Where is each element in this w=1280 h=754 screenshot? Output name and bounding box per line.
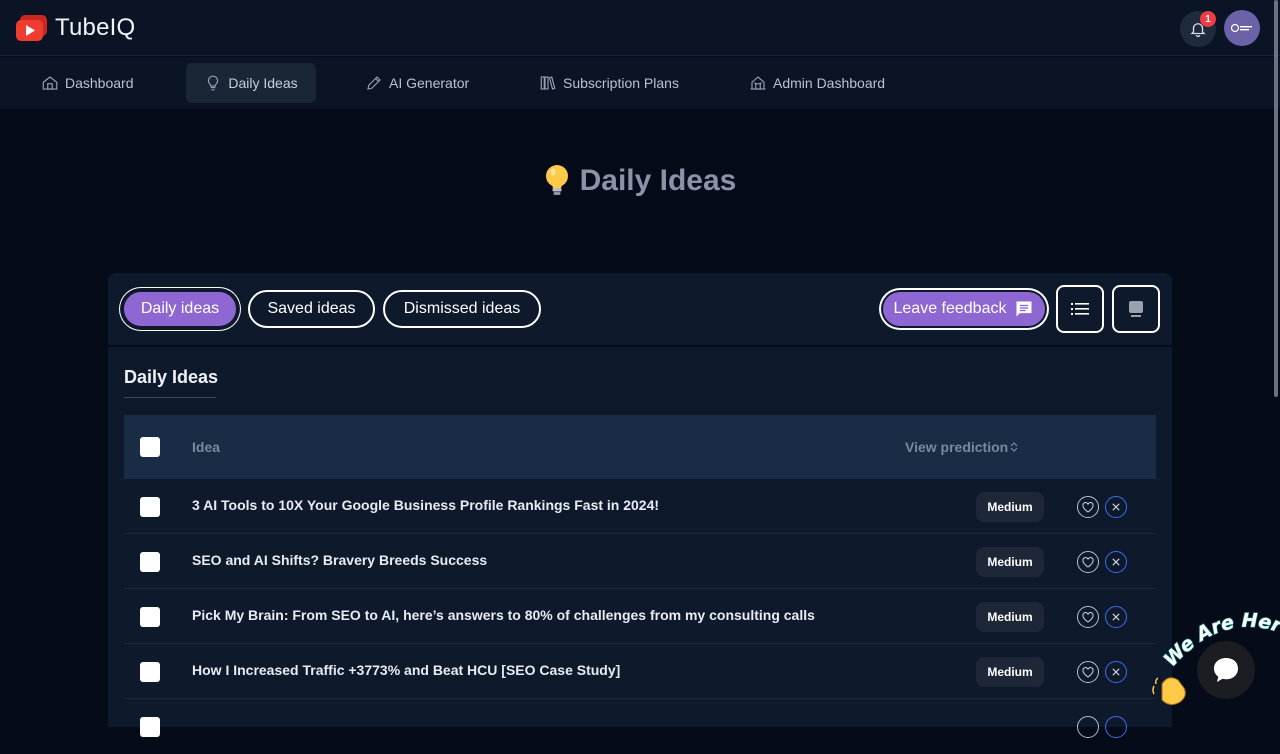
idea-text: SEO and AI Shifts? Bravery Breeds Succes…	[192, 552, 488, 568]
card-view-button[interactable]	[1112, 285, 1160, 333]
close-icon	[1112, 503, 1120, 511]
app-name: TubeIQ	[55, 14, 136, 41]
waving-hand-icon	[1152, 677, 1186, 706]
page-title-text: Daily Ideas	[579, 164, 737, 197]
row-checkbox[interactable]	[140, 607, 160, 627]
notification-count-badge: 1	[1200, 11, 1216, 27]
column-header-idea: Idea	[192, 439, 221, 455]
card-icon	[1129, 301, 1143, 317]
page-title: Daily Ideas	[0, 164, 1280, 198]
save-idea-button[interactable]	[1077, 606, 1099, 628]
ideas-tabs-bar: Daily ideas Saved ideas Dismissed ideas …	[108, 273, 1172, 345]
nav-item-ai-generator[interactable]: AI Generator	[365, 63, 469, 103]
nav-label: AI Generator	[389, 75, 470, 91]
nav-item-subscription-plans[interactable]: Subscription Plans	[539, 63, 679, 103]
nav-item-admin-dashboard[interactable]: Admin Dashboard	[749, 63, 885, 103]
row-checkbox[interactable]	[140, 662, 160, 682]
prediction-badge: Medium	[976, 492, 1044, 522]
lightbulb-emoji-icon	[545, 165, 568, 195]
save-idea-button[interactable]	[1077, 496, 1099, 518]
close-icon	[1112, 558, 1120, 566]
heart-icon	[1082, 611, 1094, 623]
main-nav: Dashboard Daily Ideas AI Generator Subsc…	[0, 57, 1280, 109]
idea-text: Pick My Brain: From SEO to AI, here’s an…	[192, 607, 815, 623]
page-scrollbar[interactable]	[1274, 0, 1278, 397]
books-icon	[540, 76, 556, 90]
prediction-badge: Medium	[976, 657, 1044, 687]
pencil-icon	[367, 76, 381, 90]
column-header-label: View prediction	[905, 439, 1009, 455]
heart-icon	[1082, 556, 1094, 568]
feedback-label: Leave feedback	[893, 300, 1007, 317]
tab-dismissed-ideas[interactable]: Dismissed ideas	[383, 290, 541, 328]
nav-label: Admin Dashboard	[773, 75, 886, 91]
idea-text: How I Increased Traffic +3773% and Beat …	[192, 662, 621, 678]
dismiss-idea-button[interactable]	[1105, 661, 1127, 683]
save-idea-button[interactable]	[1077, 716, 1099, 738]
heart-icon	[1082, 501, 1094, 513]
nav-label: Dashboard	[65, 75, 134, 91]
home-icon	[42, 76, 58, 90]
row-checkbox[interactable]	[140, 552, 160, 572]
table-row: 3 AI Tools to 10X Your Google Business P…	[124, 479, 1156, 534]
table-row	[124, 699, 1156, 754]
column-header-view-prediction[interactable]: View prediction	[905, 439, 1018, 455]
row-checkbox[interactable]	[140, 717, 160, 737]
select-all-checkbox[interactable]	[140, 437, 160, 457]
sort-icon	[1010, 442, 1018, 452]
open-chat-button[interactable]	[1197, 641, 1255, 699]
save-idea-button[interactable]	[1077, 661, 1099, 683]
nav-label: Daily Ideas	[228, 75, 298, 91]
table-row: Pick My Brain: From SEO to AI, here’s an…	[124, 589, 1156, 644]
table-row: SEO and AI Shifts? Bravery Breeds Succes…	[124, 534, 1156, 589]
avatar[interactable]	[1224, 10, 1260, 46]
close-icon	[1112, 613, 1120, 621]
section-title-underline	[124, 397, 216, 398]
close-icon	[1112, 668, 1120, 676]
nav-item-daily-ideas[interactable]: Daily Ideas	[186, 63, 316, 103]
list-view-button[interactable]	[1056, 285, 1104, 333]
prediction-badge: Medium	[976, 602, 1044, 632]
lightbulb-icon	[208, 75, 219, 91]
nav-item-dashboard[interactable]: Dashboard	[41, 63, 134, 103]
list-icon	[1071, 303, 1089, 315]
user-logo-icon	[1231, 23, 1252, 33]
dismiss-idea-button[interactable]	[1105, 496, 1127, 518]
table-header: Idea View prediction	[124, 415, 1156, 479]
heart-icon	[1082, 666, 1094, 678]
dismiss-idea-button[interactable]	[1105, 716, 1127, 738]
play-logo-icon	[16, 14, 47, 41]
idea-text: 3 AI Tools to 10X Your Google Business P…	[192, 497, 660, 513]
save-idea-button[interactable]	[1077, 551, 1099, 573]
top-bar: TubeIQ 1	[0, 0, 1280, 56]
ideas-list-card: Daily Ideas Idea View prediction 3 AI To…	[108, 347, 1172, 738]
nav-label: Subscription Plans	[563, 75, 679, 91]
section-title: Daily Ideas	[124, 367, 219, 387]
dismiss-idea-button[interactable]	[1105, 551, 1127, 573]
buildings-icon	[750, 76, 766, 90]
table-row: How I Increased Traffic +3773% and Beat …	[124, 644, 1156, 699]
leave-feedback-button[interactable]: Leave feedback	[883, 292, 1045, 326]
tab-daily-ideas[interactable]: Daily ideas	[122, 290, 238, 328]
chat-bubble-icon	[1016, 301, 1032, 317]
app-logo[interactable]: TubeIQ	[16, 14, 135, 42]
prediction-badge: Medium	[976, 547, 1044, 577]
chat-bubble-icon	[1214, 658, 1238, 682]
row-checkbox[interactable]	[140, 497, 160, 517]
tab-saved-ideas[interactable]: Saved ideas	[248, 290, 375, 328]
dismiss-idea-button[interactable]	[1105, 606, 1127, 628]
